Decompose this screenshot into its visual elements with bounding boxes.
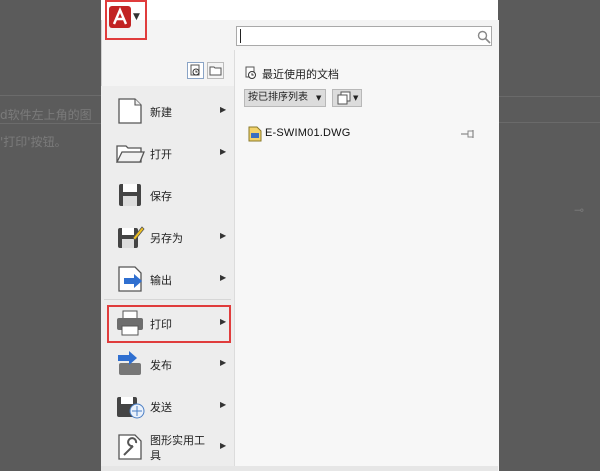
send-icon [117, 397, 145, 419]
menu-item-label: 输出 [150, 274, 172, 287]
dwg-file-icon[interactable] [248, 126, 262, 142]
menu-item-label: 保存 [150, 190, 172, 203]
recent-documents-view-button[interactable] [187, 62, 204, 79]
open-documents-view-button[interactable] [207, 62, 224, 79]
background-divider [498, 96, 600, 97]
pin-icon[interactable] [460, 129, 476, 139]
menu-item-send[interactable]: 发送 ▶ [104, 387, 231, 427]
menu-item-save[interactable]: 保存 [104, 176, 231, 216]
background-text-line: '打印'按钮。 [0, 135, 67, 149]
save-as-icon [118, 226, 145, 248]
chevron-right-icon: ▶ [220, 273, 227, 282]
drawing-utilities-icon [118, 434, 142, 460]
menu-item-label: 打开 [150, 148, 172, 161]
chevron-down-icon[interactable]: ▼ [316, 94, 321, 102]
chevron-right-icon: ▶ [220, 400, 227, 409]
menu-item-label: 另存为 [150, 232, 183, 245]
search-icon[interactable] [477, 30, 491, 44]
search-input[interactable] [236, 26, 492, 46]
menu-item-label: 发布 [150, 359, 172, 372]
title-bar [101, 0, 498, 20]
export-icon [118, 266, 142, 292]
publish-icon [118, 351, 141, 375]
background-divider [0, 123, 101, 124]
chevron-right-icon: ▶ [220, 231, 227, 240]
print-highlight [107, 305, 231, 343]
menu-item-export[interactable]: 输出 ▶ [104, 260, 231, 300]
folder-icon [209, 66, 222, 76]
menu-item-label: 发送 [150, 401, 172, 414]
recent-documents-icon [245, 66, 256, 79]
background-divider [498, 122, 600, 123]
menu-item-drawing-utilities[interactable]: 图形实用工具 ▶ [104, 428, 231, 468]
chevron-right-icon: ▶ [220, 441, 227, 450]
menu-item-publish[interactable]: 发布 ▶ [104, 345, 231, 385]
recent-documents-icon [190, 64, 200, 76]
recent-documents-pane [234, 50, 499, 471]
recent-documents-title: 最近使用的文档 [262, 68, 339, 81]
save-icon [119, 184, 141, 206]
sort-order-dropdown[interactable]: 按已排序列表 [244, 89, 326, 107]
chevron-right-icon: ▶ [220, 358, 227, 367]
chevron-down-icon[interactable]: ▼ [353, 94, 358, 102]
application-button-highlight[interactable] [105, 0, 147, 40]
menu-item-label: 图形实用工具 [150, 434, 205, 462]
background-divider [0, 95, 101, 96]
menu-item-open[interactable]: 打开 ▶ [104, 134, 231, 174]
background-text-line: d软件左上角的图 [0, 108, 92, 122]
menu-item-new[interactable]: 新建 ▶ [104, 92, 231, 132]
menu-item-label: 新建 [150, 106, 172, 119]
menu-item-save-as[interactable]: 另存为 ▶ [104, 218, 231, 258]
recent-file-item[interactable]: E-SWIM01.DWG [265, 127, 351, 139]
background-pin-icon: ⊸ [574, 203, 585, 217]
menu-separator [104, 299, 231, 300]
chevron-right-icon: ▶ [220, 105, 227, 114]
document-view-icon [337, 91, 351, 105]
new-file-icon [118, 98, 142, 124]
text-caret [240, 29, 241, 43]
open-folder-icon [115, 145, 145, 163]
chevron-right-icon: ▶ [220, 147, 227, 156]
